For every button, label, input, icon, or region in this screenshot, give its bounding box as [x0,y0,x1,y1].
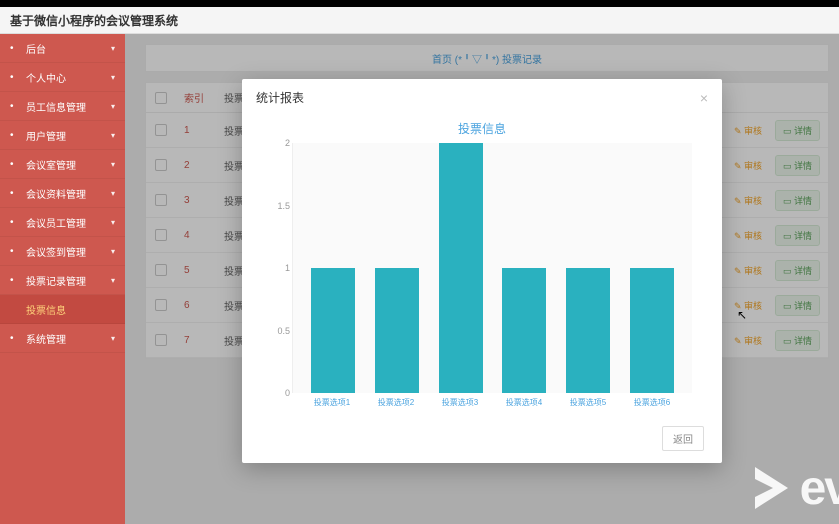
y-axis: 00.511.52 [272,143,292,393]
close-icon[interactable]: × [700,90,708,106]
y-tick: 0.5 [277,326,290,336]
chevron-down-icon: ▾ [111,334,115,343]
chevron-down-icon: ▾ [111,189,115,198]
bar-1[interactable] [375,268,419,393]
none-icon [10,304,20,314]
x-tick: 投票选项2 [374,397,418,408]
sidebar-item-7[interactable]: • 会议签到管理 ▾ [0,237,125,266]
x-tick: 投票选项1 [310,397,354,408]
chevron-down-icon: ▾ [111,276,115,285]
sidebar-item-6[interactable]: • 会议员工管理 ▾ [0,208,125,237]
chevron-down-icon: ▾ [111,102,115,111]
chevron-down-icon: ▾ [111,160,115,169]
list-icon: • [10,101,20,111]
x-axis: 投票选项1 投票选项2 投票选项3 投票选项4 投票选项5 投票选项6 [272,393,692,408]
modal-overlay: 统计报表 × 投票信息 00.511.52 投票选项1投票选项2投票选项3投票选… [125,34,839,524]
vote-icon: • [10,275,20,285]
room-icon: • [10,159,20,169]
sidebar-item-label: 后台 [26,41,46,56]
modal-title: 统计报表 [256,89,304,106]
x-tick: 投票选项6 [630,397,674,408]
y-tick: 0 [285,388,290,398]
stats-modal: 统计报表 × 投票信息 00.511.52 投票选项1投票选项2投票选项3投票选… [242,79,722,463]
group-icon: • [10,217,20,227]
back-button[interactable]: 返回 [662,426,704,451]
sidebar-item-2[interactable]: • 员工信息管理 ▾ [0,92,125,121]
sidebar-item-label: 投票记录管理 [26,273,86,288]
y-tick: 2 [285,138,290,148]
sidebar-item-8[interactable]: • 投票记录管理 ▾ [0,266,125,295]
sidebar-item-label: 个人中心 [26,70,66,85]
sidebar-item-label: 投票信息 [26,302,66,317]
chart-title: 投票信息 [272,120,692,137]
plot-area [292,143,692,393]
y-tick: 1 [285,263,290,273]
chevron-down-icon: ▾ [111,247,115,256]
y-tick: 1.5 [277,201,290,211]
doc-icon: • [10,188,20,198]
bar-0[interactable] [311,268,355,393]
sidebar: •后台▾•个人中心▾•员工信息管理▾•用户管理▾•会议室管理▾•会议资料管理▾•… [0,34,125,524]
sidebar-item-label: 系统管理 [26,331,66,346]
x-tick: 投票选项5 [566,397,610,408]
sidebar-item-label: 会议员工管理 [26,215,86,230]
sidebar-item-label: 会议室管理 [26,157,76,172]
sidebar-item-label: 会议签到管理 [26,244,86,259]
chevron-down-icon: ▾ [111,218,115,227]
gear-icon: • [10,333,20,343]
users-icon: • [10,130,20,140]
app-header: 基于微信小程序的会议管理系统 [0,7,839,34]
sidebar-item-label: 员工信息管理 [26,99,86,114]
sidebar-item-4[interactable]: • 会议室管理 ▾ [0,150,125,179]
x-tick: 投票选项4 [502,397,546,408]
user-icon: • [10,72,20,82]
sidebar-item-0[interactable]: • 后台 ▾ [0,34,125,63]
app-title: 基于微信小程序的会议管理系统 [10,12,178,29]
bar-5[interactable] [630,268,674,393]
sidebar-item-1[interactable]: • 个人中心 ▾ [0,63,125,92]
sidebar-item-9[interactable]: 投票信息 [0,295,125,324]
bar-4[interactable] [566,268,610,393]
chevron-down-icon: ▾ [111,73,115,82]
bar-2[interactable] [439,143,483,393]
sidebar-item-3[interactable]: • 用户管理 ▾ [0,121,125,150]
sidebar-item-label: 会议资料管理 [26,186,86,201]
chart: 00.511.52 [272,143,692,393]
bar-3[interactable] [502,268,546,393]
chevron-down-icon: ▾ [111,131,115,140]
x-tick: 投票选项3 [438,397,482,408]
sidebar-item-10[interactable]: • 系统管理 ▾ [0,324,125,353]
check-icon: • [10,246,20,256]
content-area: 首页 (*╹▽╹*) 投票记录 索引 投票主题 价格 1投票主✎ 审核▭ 详情2… [125,34,839,524]
home-icon: • [10,43,20,53]
sidebar-item-5[interactable]: • 会议资料管理 ▾ [0,179,125,208]
chevron-down-icon: ▾ [111,44,115,53]
sidebar-item-label: 用户管理 [26,128,66,143]
